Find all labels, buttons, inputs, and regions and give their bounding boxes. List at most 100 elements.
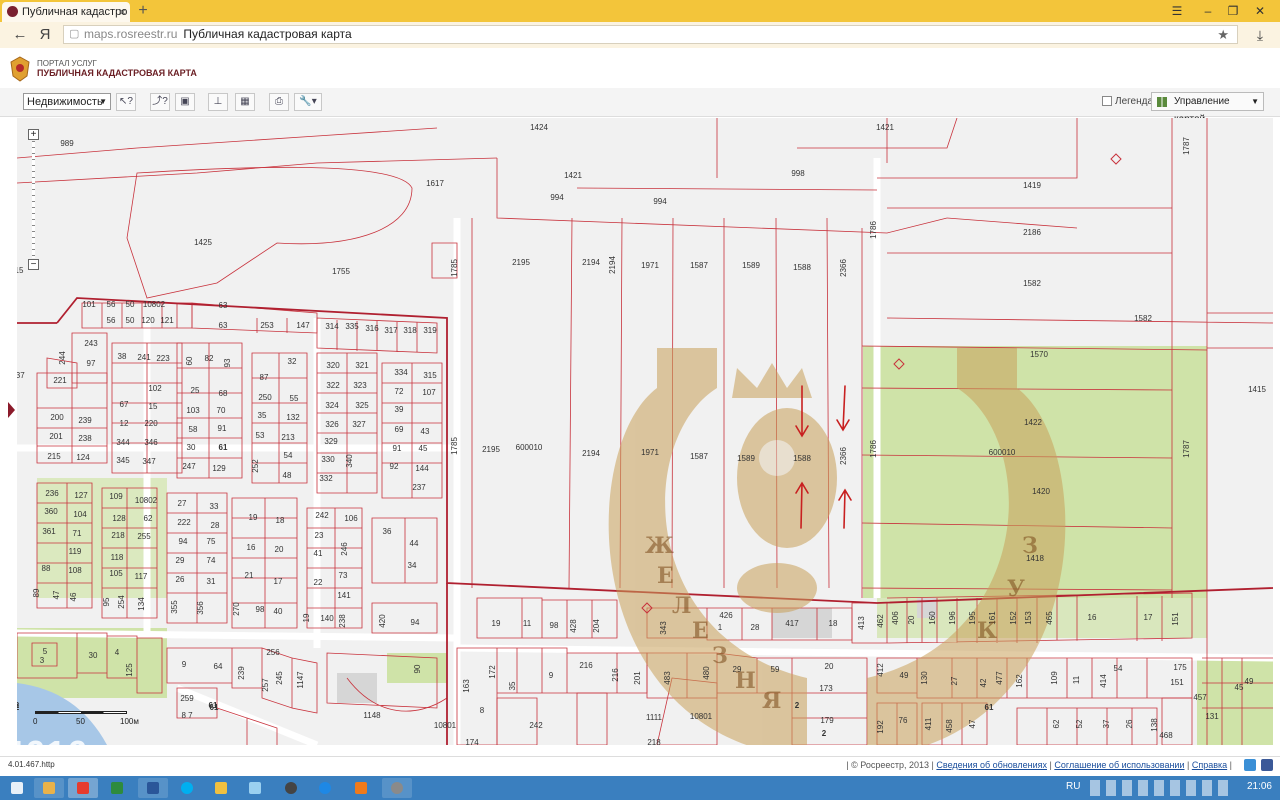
parcel-label: 109 [1050,671,1059,685]
parcel-label: 223 [156,354,170,363]
taskbar-app[interactable] [206,778,236,798]
system-tray-icons[interactable] [1090,780,1230,796]
parcel-label: 259 [180,694,194,703]
zoom-out-button[interactable]: − [28,259,39,270]
back-button[interactable]: ← [10,24,30,46]
ruler-tool-button[interactable]: ⊥ [208,93,228,111]
portal-title[interactable]: ПУБЛИЧНАЯ КАДАСТРОВАЯ КАРТА [37,68,197,78]
parcel-label: 118 [111,553,124,562]
map-management-icon [1157,97,1167,107]
taskbar-app[interactable] [346,778,376,798]
parcel-label: 89 [32,588,41,597]
clock[interactable]: 21:06 [1247,781,1272,792]
browser-tab[interactable]: Публичная кадастро × [2,2,130,22]
map-management-button[interactable]: Управление картой ▼ [1151,92,1264,125]
parcel-label: 413 [857,616,866,630]
facebook-icon[interactable] [1261,759,1273,771]
parcel-label: 346 [144,438,158,447]
watermark-letter: Н [735,668,756,694]
maximize-icon[interactable]: ❐ [1221,0,1245,22]
parcel-outline [126,166,413,299]
taskbar-app[interactable] [172,778,202,798]
address-bar[interactable]: ▢ maps.rosreestr.ru Публичная кадастровая… [63,25,1238,44]
parcel-label: 44 [410,539,419,548]
parcel-label: 16 [1088,613,1097,622]
legend-checkbox[interactable] [1102,96,1112,106]
identify-tool-button[interactable]: ↖? [116,93,136,111]
taskbar-app[interactable] [276,778,306,798]
downloads-icon[interactable]: ⤓ [1250,24,1270,46]
twitter-icon[interactable] [1244,759,1256,771]
taskbar-app[interactable] [138,778,168,798]
parcel-label: 994 [550,193,564,202]
parcel-label: 246 [340,542,349,556]
info-tool-button[interactable]: ▣ [175,93,195,111]
parcel-label: 1786 [869,221,878,239]
parcel-label: 9 [549,671,554,680]
parcel-label: 1421 [564,171,582,180]
parcel-label: 27 [950,676,959,685]
parcel-label: 1787 [1182,137,1191,155]
map-canvas[interactable]: 1424 142198916171421994 994998141917871425… [17,118,1273,745]
parcel-label: 412 [876,663,885,677]
help-link[interactable]: Справка [1192,760,1227,770]
parcel-label: 132 [286,413,300,422]
parcel-label: 162 [1015,674,1024,688]
taskbar-app[interactable] [68,778,98,798]
parcel-label: 998 [791,169,805,178]
print-button[interactable]: ⎙ [269,93,289,111]
taskbar-app[interactable] [310,778,340,798]
taskbar-app[interactable] [382,778,412,798]
new-tab-button[interactable]: + [134,1,152,21]
terms-link[interactable]: Соглашение об использовании [1054,760,1184,770]
windows-logo-icon [11,782,23,794]
parcel-label: 34 [408,561,417,570]
parcel-label: 20 [825,662,834,671]
parcel-label: 321 [355,361,369,370]
parcel-label: 54 [1114,664,1123,673]
object-type-select[interactable]: Недвижимость ▼ [23,93,111,110]
parcel-label: 130 [920,671,929,685]
start-button[interactable] [2,778,32,798]
parcel-label: 2 [795,701,800,710]
updates-link[interactable]: Сведения об обновлениях [936,760,1047,770]
zoom-slider[interactable] [32,141,35,258]
parcel-label: 1588 [793,263,811,272]
parcel-label: 90 [413,664,422,673]
arrow-up-icon [838,488,852,529]
parcel-label: 218 [647,738,661,745]
parcel-label: 1415 [1248,385,1266,394]
language-indicator[interactable]: RU [1066,781,1080,792]
close-window-icon[interactable]: ✕ [1248,0,1272,22]
bookmark-star-icon[interactable]: ★ [1217,26,1229,43]
parcel-label: 61 [985,703,994,712]
parcel-label: 257 [261,678,270,692]
footer-links: | © Росреестр, 2013 | Сведения об обновл… [846,760,1232,770]
parcel-label: 107 [422,388,436,397]
parcel-label: 64 [214,662,223,671]
taskbar-app[interactable] [102,778,132,798]
parcel-label: 71 [73,529,82,538]
close-tab-icon[interactable]: × [119,2,126,22]
parcel-label: 11 [523,619,532,628]
taskbar-app[interactable] [240,778,270,798]
layers-tool-button[interactable]: ▦ [235,93,255,111]
minimize-icon[interactable]: – [1196,0,1220,22]
zoom-in-button[interactable]: + [28,129,39,140]
scale-label: 50 [76,717,85,726]
parcel-label: 204 [592,619,601,633]
parcel-label: 994 [653,197,667,206]
measure-tool-button[interactable]: ⤴? [150,93,170,111]
scale-label: 100м [120,717,139,726]
parcel-label: 94 [411,618,420,627]
menu-icon[interactable]: ☰ [1165,0,1189,22]
tools-dropdown-button[interactable]: 🔧▾ [294,93,322,111]
yandex-button[interactable]: Я [35,24,55,46]
title-bar [0,0,1280,22]
parcel-label: 324 [325,401,339,410]
panel-expand-icon[interactable] [8,402,15,418]
parcel-label: 462 [876,614,885,628]
parcel-label: 201 [49,432,63,441]
cadastral-map[interactable]: 1424 1421 989 1617 1421 994 994 998 1419 1787 1425… [17,118,1273,745]
taskbar-app[interactable] [34,778,64,798]
